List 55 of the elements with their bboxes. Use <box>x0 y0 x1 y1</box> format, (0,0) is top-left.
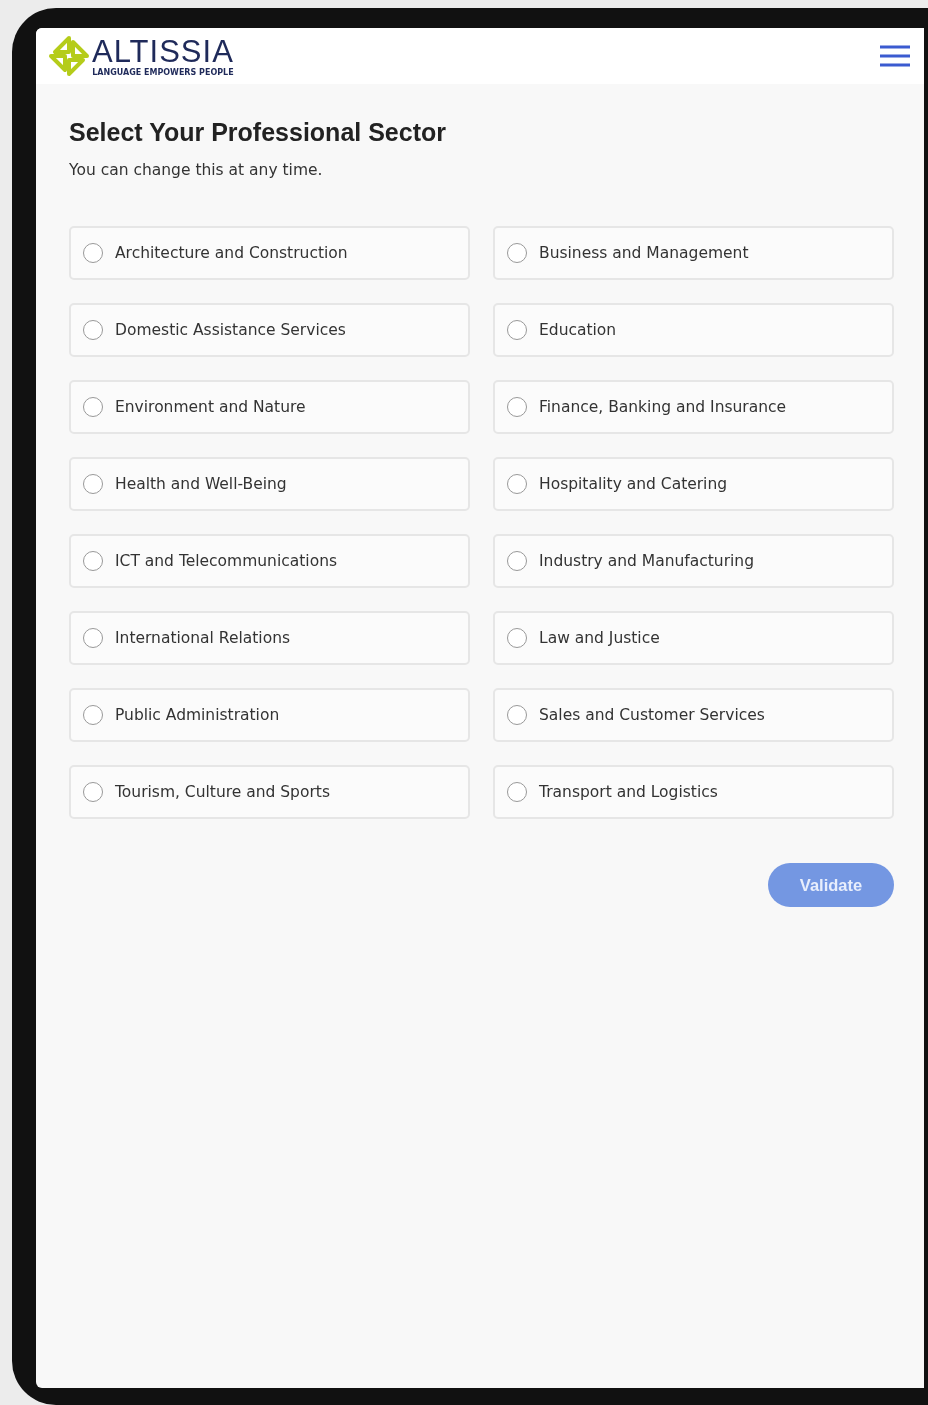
sector-option[interactable]: Public Administration <box>69 688 470 742</box>
sector-label: Education <box>539 321 617 339</box>
radio-button[interactable] <box>83 782 103 802</box>
radio-button[interactable] <box>507 243 527 263</box>
sector-label: ICT and Telecommunications <box>115 552 338 570</box>
sector-label: Architecture and Construction <box>115 244 348 262</box>
sector-option[interactable]: Business and Management <box>493 226 894 280</box>
sector-option[interactable]: Industry and Manufacturing <box>493 534 894 588</box>
sector-option[interactable]: Architecture and Construction <box>69 226 470 280</box>
sector-label: Health and Well-Being <box>115 475 287 493</box>
page-subtitle: You can change this at any time. <box>69 161 324 179</box>
logo-name: ALTISSIA <box>92 35 234 67</box>
sector-label: Transport and Logistics <box>539 783 718 801</box>
sector-label: Hospitality and Catering <box>539 475 728 493</box>
sector-label: Finance, Banking and Insurance <box>539 398 787 416</box>
sector-option[interactable]: Sales and Customer Services <box>493 688 894 742</box>
sector-option[interactable]: Education <box>493 303 894 357</box>
sector-label: Public Administration <box>115 706 280 724</box>
radio-button[interactable] <box>507 474 527 494</box>
radio-button[interactable] <box>83 551 103 571</box>
sector-label: Industry and Manufacturing <box>539 552 754 570</box>
sector-option[interactable]: Finance, Banking and Insurance <box>493 380 894 434</box>
sector-option[interactable]: Domestic Assistance Services <box>69 303 470 357</box>
sector-label: Sales and Customer Services <box>539 706 765 724</box>
radio-button[interactable] <box>83 320 103 340</box>
radio-button[interactable] <box>507 782 527 802</box>
sector-option[interactable]: Tourism, Culture and Sports <box>69 765 470 819</box>
radio-button[interactable] <box>507 705 527 725</box>
radio-button[interactable] <box>83 397 103 417</box>
sector-option[interactable]: Law and Justice <box>493 611 894 665</box>
sector-option[interactable]: Health and Well-Being <box>69 457 470 511</box>
sector-label: Domestic Assistance Services <box>115 321 346 339</box>
menu-icon <box>880 45 910 67</box>
sector-label: Business and Management <box>539 244 749 262</box>
sector-label: International Relations <box>115 629 291 647</box>
page-title: Select Your Professional Sector <box>69 118 447 147</box>
sector-label: Law and Justice <box>539 629 660 647</box>
sector-label: Environment and Nature <box>115 398 306 416</box>
sector-option[interactable]: Environment and Nature <box>69 380 470 434</box>
radio-button[interactable] <box>83 705 103 725</box>
radio-button[interactable] <box>507 628 527 648</box>
radio-button[interactable] <box>507 551 527 571</box>
sector-option[interactable]: Hospitality and Catering <box>493 457 894 511</box>
radio-button[interactable] <box>507 320 527 340</box>
radio-button[interactable] <box>507 397 527 417</box>
sector-label: Tourism, Culture and Sports <box>115 783 330 801</box>
logo-icon <box>48 35 90 77</box>
radio-button[interactable] <box>83 474 103 494</box>
sector-option[interactable]: Transport and Logistics <box>493 765 894 819</box>
radio-button[interactable] <box>83 628 103 648</box>
sector-option[interactable]: ICT and Telecommunications <box>69 534 470 588</box>
radio-button[interactable] <box>83 243 103 263</box>
sector-option[interactable]: International Relations <box>69 611 470 665</box>
logo-tagline: LANGUAGE EMPOWERS PEOPLE <box>92 67 234 77</box>
menu-button[interactable] <box>880 45 910 67</box>
